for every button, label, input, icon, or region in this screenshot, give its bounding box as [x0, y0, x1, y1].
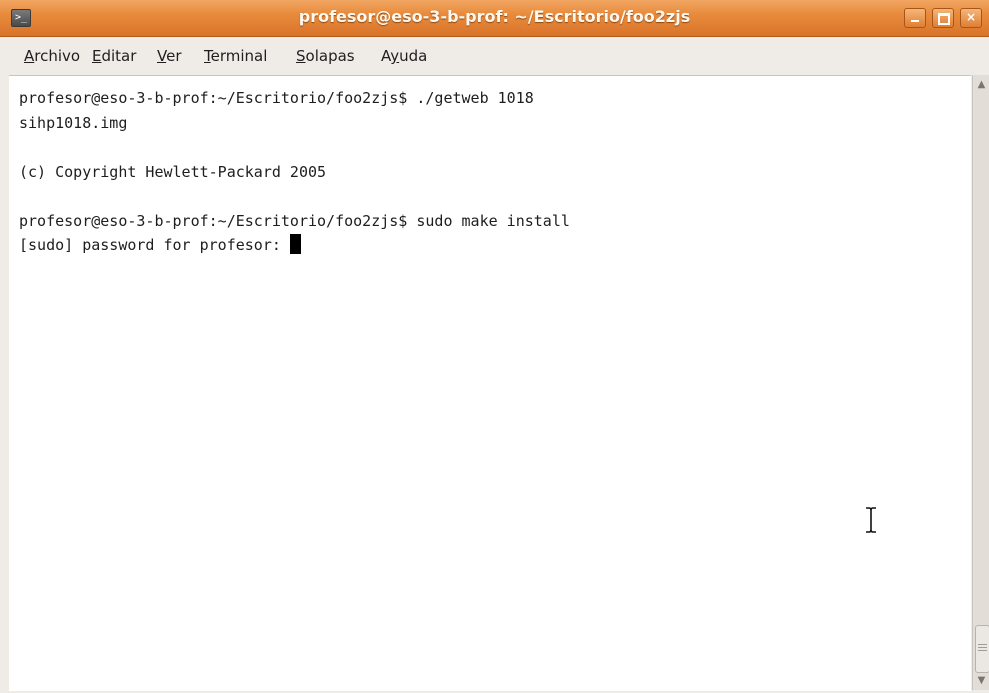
menu-bar: Archivo Editar Ver Terminal Solapas Ayud… [0, 37, 989, 75]
minimize-button[interactable] [904, 8, 926, 28]
title-bar[interactable]: >_ profesor@eso-3-b-prof: ~/Escritorio/f… [0, 0, 989, 37]
terminal-output[interactable]: profesor@eso-3-b-prof:~/Escritorio/foo2z… [9, 75, 971, 691]
menu-terminal[interactable]: Terminal [204, 47, 267, 65]
maximize-icon [938, 13, 950, 25]
block-cursor [289, 234, 301, 254]
scroll-down-arrow-icon[interactable]: ▼ [973, 673, 989, 689]
scroll-up-arrow-icon[interactable]: ▲ [973, 77, 989, 93]
terminal-line: profesor@eso-3-b-prof:~/Escritorio/foo2z… [19, 211, 570, 230]
window-title: profesor@eso-3-b-prof: ~/Escritorio/foo2… [298, 7, 691, 26]
vertical-scrollbar[interactable]: ▲ ▼ [972, 75, 989, 690]
menu-archivo[interactable]: Archivo [24, 47, 80, 65]
minimize-icon [911, 20, 919, 22]
scroll-thumb[interactable] [975, 625, 989, 673]
menu-solapas[interactable]: Solapas [296, 47, 355, 65]
close-icon: × [965, 10, 977, 24]
close-button[interactable]: × [960, 8, 982, 28]
maximize-button[interactable] [932, 8, 954, 28]
terminal-line: sihp1018.img [19, 113, 128, 132]
menu-ver[interactable]: Ver [157, 47, 182, 65]
terminal-line: profesor@eso-3-b-prof:~/Escritorio/foo2z… [19, 89, 534, 107]
terminal-window: >_ profesor@eso-3-b-prof: ~/Escritorio/f… [0, 0, 989, 693]
terminal-text: profesor@eso-3-b-prof:~/Escritorio/foo2z… [19, 86, 570, 258]
menu-editar[interactable]: Editar [92, 47, 136, 65]
password-prompt: [sudo] password for profesor: [19, 236, 290, 254]
terminal-line: (c) Copyright Hewlett-Packard 2005 [19, 162, 327, 181]
menu-ayuda[interactable]: Ayuda [381, 47, 427, 65]
ibeam-cursor-icon [866, 507, 876, 533]
